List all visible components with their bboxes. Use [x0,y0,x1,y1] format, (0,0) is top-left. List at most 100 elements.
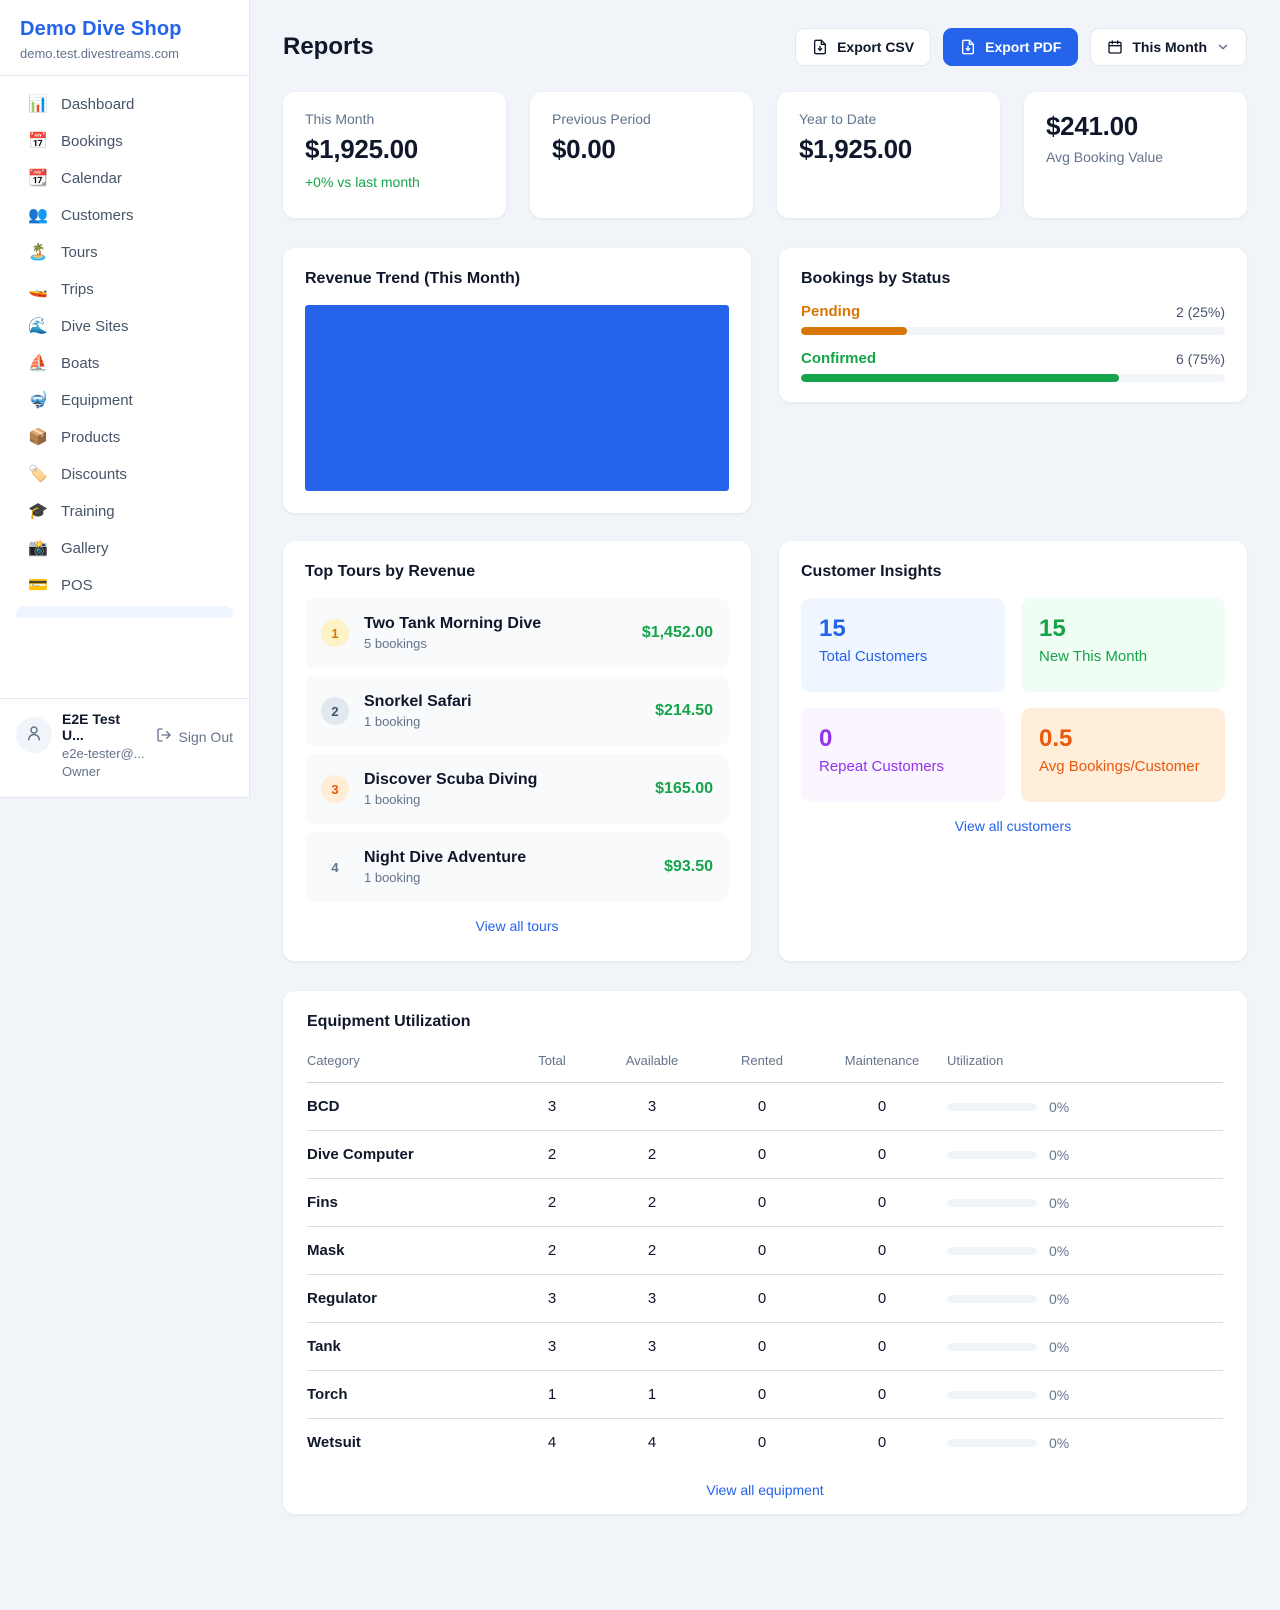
status-bar-fill [801,374,1119,382]
utilization-bar-track [947,1391,1037,1399]
sidebar-item-icon: 💳 [28,578,48,594]
equipment-maintenance: 0 [817,1323,947,1371]
revenue-trend-title: Revenue Trend (This Month) [305,270,729,288]
equipment-category: Mask [307,1227,507,1275]
utilization-percent: 0% [1049,1435,1069,1451]
revenue-trend-chart [305,305,729,491]
equipment-total: 3 [507,1323,597,1371]
sidebar-item-label: Dive Sites [61,318,129,335]
page-header: Reports Export CSV Export PDF This Month [283,28,1247,66]
insight-value: 15 [1039,615,1207,643]
charts-row: Revenue Trend (This Month) Bookings by S… [283,248,1247,513]
sidebar-item[interactable]: 📅 Bookings [16,123,233,160]
tour-rank-badge: 1 [321,619,349,647]
equipment-category: Regulator [307,1275,507,1323]
tour-row[interactable]: 2 Snorkel Safari 1 booking $214.50 [305,676,729,746]
tour-bookings: 1 booking [364,792,537,807]
equipment-rented: 0 [707,1323,817,1371]
stat-label: Previous Period [552,111,731,127]
utilization-cell: 0% [947,1387,1223,1403]
period-label: This Month [1132,39,1207,55]
user-role: Owner [62,764,146,779]
insight-tile: 0.5 Avg Bookings/Customer [1021,708,1225,802]
sidebar-item[interactable]: 🚤 Trips [16,271,233,308]
view-all-tours-link[interactable]: View all tours [305,918,729,934]
sidebar-item[interactable]: 🌊 Dive Sites [16,308,233,345]
export-pdf-label: Export PDF [985,39,1061,55]
sidebar-item-icon: 🏷️ [28,467,48,483]
sidebar-item-label: Products [61,429,120,446]
tour-row[interactable]: 3 Discover Scuba Diving 1 booking $165.0… [305,754,729,824]
export-pdf-button[interactable]: Export PDF [943,28,1078,66]
equipment-row: Torch 1 1 0 0 0% [307,1371,1223,1419]
sidebar-item[interactable]: 🤿 Equipment [16,382,233,419]
sidebar-item-reports-active[interactable] [16,606,233,618]
sidebar-item[interactable]: 📦 Products [16,419,233,456]
sidebar-item-icon: 📆 [28,171,48,187]
status-row: Confirmed 6 (75%) [801,350,1225,382]
stat-value: $241.00 [1046,111,1225,142]
sidebar-item[interactable]: 📸 Gallery [16,530,233,567]
stat-value: $1,925.00 [799,134,978,165]
export-csv-button[interactable]: Export CSV [795,28,931,66]
equipment-total: 3 [507,1083,597,1131]
equipment-rented: 0 [707,1371,817,1419]
view-all-customers-link[interactable]: View all customers [801,818,1225,834]
tour-name: Discover Scuba Diving [364,771,537,789]
equipment-row: Wetsuit 4 4 0 0 0% [307,1419,1223,1467]
col-category: Category [307,1043,507,1083]
tour-bookings: 5 bookings [364,636,541,651]
shop-header: Demo Dive Shop demo.test.divestreams.com [0,0,249,76]
sidebar-item[interactable]: ⛵ Boats [16,345,233,382]
tour-row[interactable]: 4 Night Dive Adventure 1 booking $93.50 [305,832,729,902]
sidebar-item[interactable]: 🎓 Training [16,493,233,530]
period-dropdown[interactable]: This Month [1090,28,1247,66]
view-all-equipment-link[interactable]: View all equipment [307,1482,1223,1498]
equipment-rented: 0 [707,1179,817,1227]
equipment-available: 2 [597,1227,707,1275]
tour-rank-badge: 3 [321,775,349,803]
equipment-row: Dive Computer 2 2 0 0 0% [307,1131,1223,1179]
sidebar-item-label: Dashboard [61,96,134,113]
insight-label: Avg Bookings/Customer [1039,758,1207,775]
sidebar-item[interactable]: 🏷️ Discounts [16,456,233,493]
sidebar-item-icon: 👥 [28,208,48,224]
chevron-down-icon [1216,40,1230,54]
logout-icon [156,727,172,746]
sign-out-button[interactable]: Sign Out [156,727,233,746]
equipment-rented: 0 [707,1083,817,1131]
file-download-icon [812,39,828,55]
file-download-icon [960,39,976,55]
utilization-bar-track [947,1343,1037,1351]
page-title: Reports [283,33,374,61]
equipment-total: 3 [507,1275,597,1323]
sidebar-item-label: POS [61,577,93,594]
tour-revenue: $1,452.00 [642,624,713,642]
insight-tile: 15 New This Month [1021,598,1225,692]
sidebar-item[interactable]: 👥 Customers [16,197,233,234]
col-total: Total [507,1043,597,1083]
sidebar-item-label: Trips [61,281,94,298]
utilization-percent: 0% [1049,1339,1069,1355]
sidebar-item[interactable]: 🏝️ Tours [16,234,233,271]
sidebar-item-icon: 📊 [28,97,48,113]
status-label: Pending [801,303,860,320]
equipment-available: 2 [597,1179,707,1227]
sidebar-item-icon: 🏝️ [28,245,48,261]
sidebar-item[interactable]: 📊 Dashboard [16,86,233,123]
sidebar-item[interactable]: 📆 Calendar [16,160,233,197]
status-bar-fill [801,327,907,335]
tour-row[interactable]: 1 Two Tank Morning Dive 5 bookings $1,45… [305,598,729,668]
sidebar-item[interactable]: 💳 POS [16,567,233,604]
sidebar-item-label: Bookings [61,133,123,150]
tour-name: Snorkel Safari [364,693,472,711]
insight-grid: 15 Total Customers 15 New This Month 0 R… [801,598,1225,802]
status-bar-track [801,374,1225,382]
stat-value: $1,925.00 [305,134,484,165]
stat-label: Year to Date [799,111,978,127]
sidebar-item-icon: 📦 [28,430,48,446]
equipment-utilization-title: Equipment Utilization [307,1013,1223,1031]
equipment-rented: 0 [707,1419,817,1467]
equipment-row: Mask 2 2 0 0 0% [307,1227,1223,1275]
equipment-total: 4 [507,1419,597,1467]
